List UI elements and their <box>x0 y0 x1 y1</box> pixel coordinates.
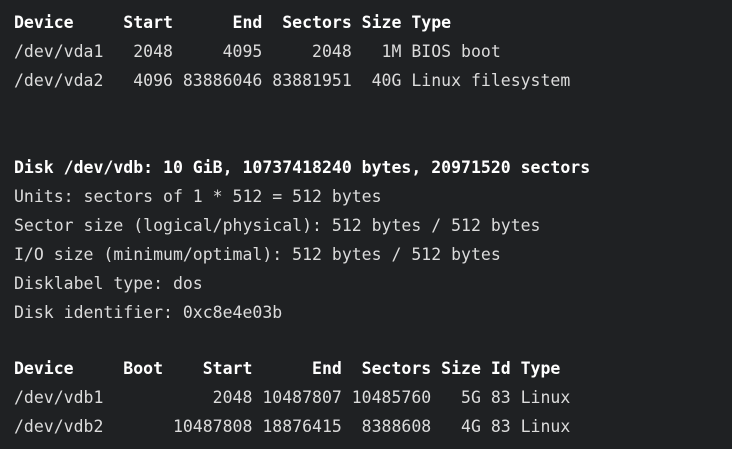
vda-table-header: Device Start End Sectors Size Type <box>14 13 452 32</box>
sector-size-line: Sector size (logical/physical): 512 byte… <box>14 216 541 235</box>
terminal-output[interactable]: Device Start End Sectors Size Type /dev/… <box>0 0 732 449</box>
disk-identifier-line: Disk identifier: 0xc8e4e03b <box>14 303 283 322</box>
vdb-table-header: Device Boot Start End Sectors Size Id Ty… <box>14 359 561 378</box>
vda2-row: /dev/vda2 4096 83886046 83881951 40G Lin… <box>14 71 571 90</box>
vdb2-row: /dev/vdb2 10487808 18876415 8388608 4G 8… <box>14 417 571 436</box>
units-line: Units: sectors of 1 * 512 = 512 bytes <box>14 187 382 206</box>
vdb1-row: /dev/vdb1 2048 10487807 10485760 5G 83 L… <box>14 388 571 407</box>
io-size-line: I/O size (minimum/optimal): 512 bytes / … <box>14 245 501 264</box>
vda1-row: /dev/vda1 2048 4095 2048 1M BIOS boot <box>14 42 501 61</box>
vdb-disk-summary: Disk /dev/vdb: 10 GiB, 10737418240 bytes… <box>14 158 591 177</box>
disklabel-type-line: Disklabel type: dos <box>14 274 203 293</box>
